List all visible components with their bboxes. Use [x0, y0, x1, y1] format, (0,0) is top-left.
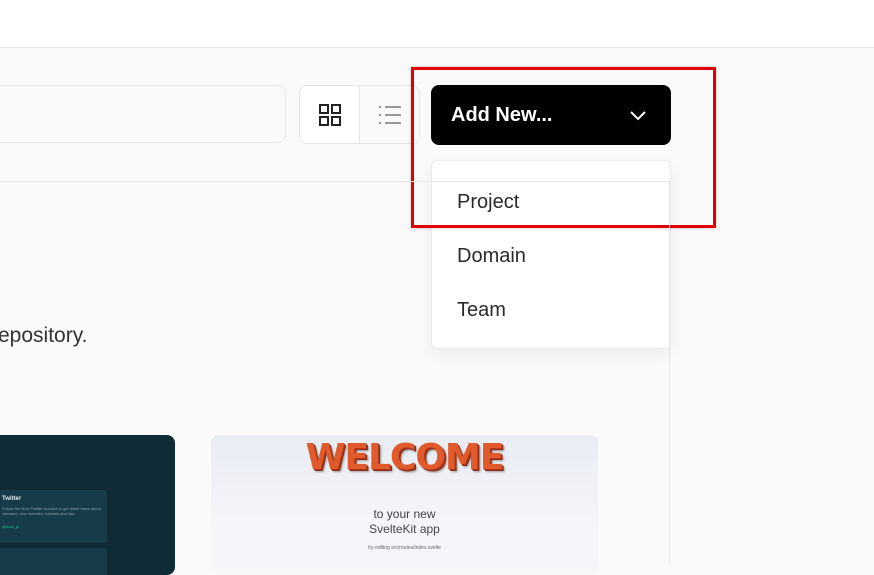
twitter-card-description: Follow the Next Twitter account to get l…: [2, 506, 101, 516]
add-new-button[interactable]: Add New...: [431, 85, 671, 145]
sveltekit-tagline: to your new SvelteKit app: [211, 507, 598, 537]
edit-hint: try editing src/routes/index.svelte: [368, 545, 441, 551]
secondary-info-card: [0, 548, 107, 575]
description-text: epository.: [0, 324, 88, 347]
view-toggle: [299, 85, 420, 144]
tagline-line-2: SvelteKit app: [369, 522, 440, 536]
twitter-card-link: @nuxt_js: [2, 524, 19, 529]
list-view-icon: [378, 105, 401, 124]
welcome-headline: WELCOME: [305, 437, 505, 478]
top-navigation-bar: [0, 0, 874, 48]
grid-view-icon: [318, 103, 341, 126]
list-view-button[interactable]: [360, 86, 419, 143]
template-card-nuxt[interactable]: Twitter Follow the Next Twitter account …: [0, 435, 175, 575]
tagline-line-1: to your new: [373, 507, 436, 521]
chevron-down-icon: [630, 111, 646, 121]
template-card-sveltekit[interactable]: WELCOME to your new SvelteKit app try ed…: [211, 435, 598, 575]
twitter-card-title: Twitter: [2, 496, 22, 502]
grid-view-button[interactable]: [300, 86, 360, 143]
add-new-label: Add New...: [451, 103, 553, 126]
search-input[interactable]: [0, 85, 286, 143]
twitter-info-card: Twitter Follow the Next Twitter account …: [0, 490, 107, 543]
